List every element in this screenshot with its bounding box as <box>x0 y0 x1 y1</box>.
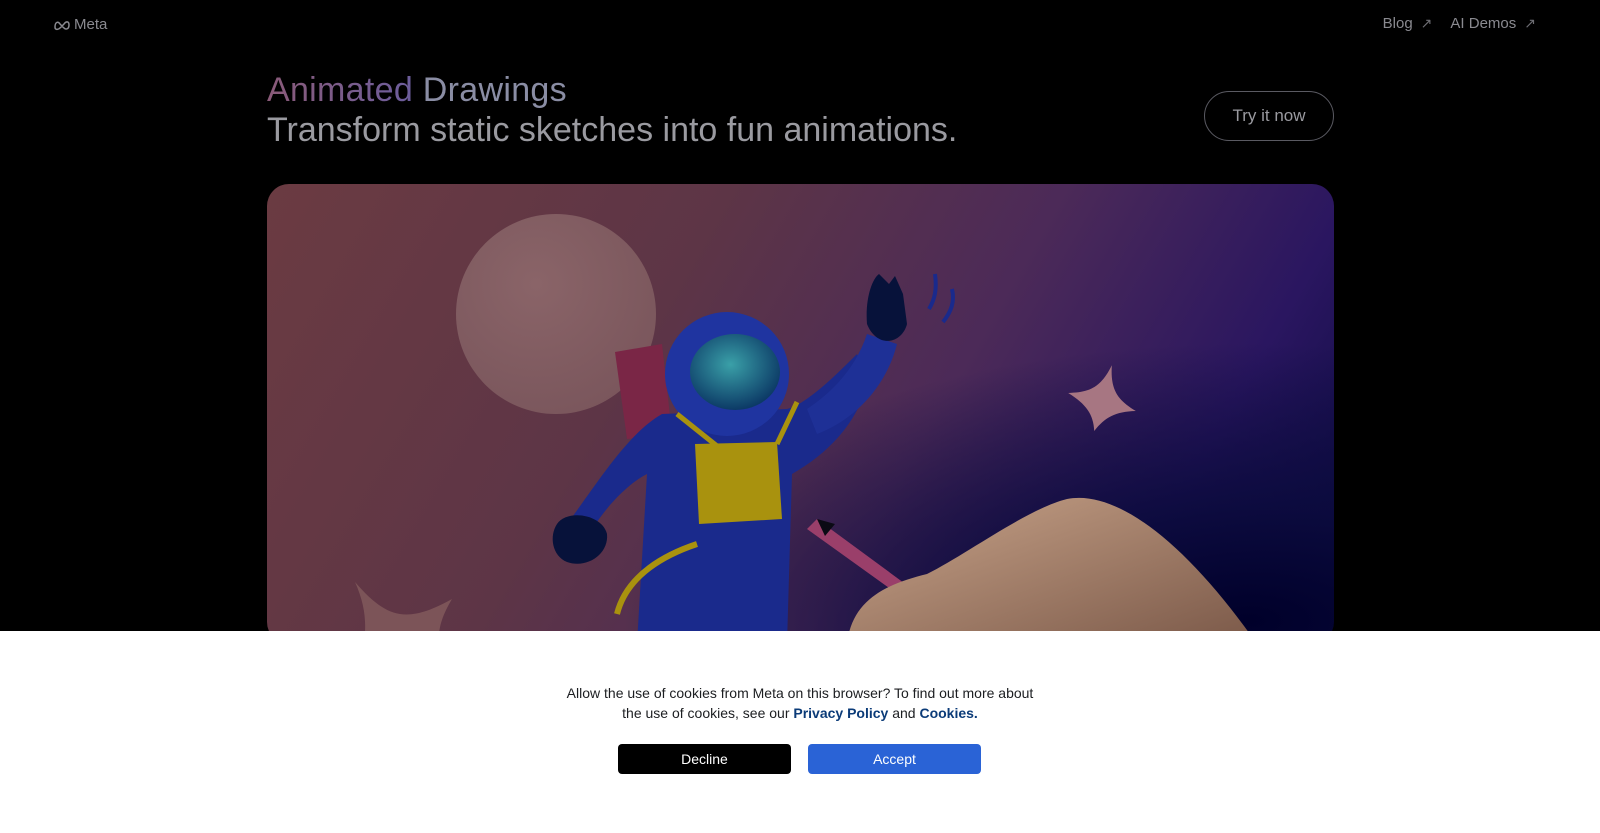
hero-subtitle: Transform static sketches into fun anima… <box>267 111 958 149</box>
top-nav: Blog ↗ AI Demos ↗ <box>1383 15 1536 32</box>
nav-link-ai-demos[interactable]: AI Demos ↗ <box>1450 15 1536 32</box>
hero-illustration <box>267 184 1334 644</box>
title-accent: Animated <box>267 71 414 109</box>
try-it-now-button[interactable]: Try it now <box>1204 91 1334 141</box>
external-arrow-icon: ↗ <box>1420 15 1433 31</box>
chest-pack <box>695 442 782 524</box>
nav-link-blog[interactable]: Blog ↗ <box>1383 15 1433 32</box>
wave-lines <box>927 273 955 324</box>
accept-button[interactable]: Accept <box>808 744 981 774</box>
title-word: Drawings <box>422 71 567 109</box>
astronaut-glove-left <box>552 515 608 564</box>
nav-link-label: AI Demos <box>1450 15 1517 32</box>
astronaut-glove-right <box>866 274 907 341</box>
nav-link-label: Blog <box>1382 15 1413 32</box>
astronaut-arm <box>807 334 897 434</box>
hero-section: Animated Drawings Transform static sketc… <box>267 70 1334 150</box>
logo-text: Meta <box>74 16 108 33</box>
cookies-link[interactable]: Cookies. <box>919 705 977 721</box>
sparkle-star-shape <box>1068 365 1136 431</box>
astronaut-visor <box>690 334 780 410</box>
cookie-and-text: and <box>892 705 916 721</box>
top-bar: Meta Blog ↗ AI Demos ↗ <box>0 0 1600 52</box>
cookie-message: Allow the use of cookies from Meta on th… <box>560 683 1040 723</box>
drawing-hand <box>847 497 1257 644</box>
meta-logo[interactable]: Meta <box>53 16 107 33</box>
external-arrow-icon: ↗ <box>1524 15 1536 31</box>
page-title: Animated Drawings <box>267 70 1334 110</box>
privacy-policy-link[interactable]: Privacy Policy <box>793 705 888 721</box>
decline-button[interactable]: Decline <box>618 744 791 774</box>
meta-infinity-icon <box>54 20 70 30</box>
cookie-consent-banner: Allow the use of cookies from Meta on th… <box>0 631 1600 833</box>
